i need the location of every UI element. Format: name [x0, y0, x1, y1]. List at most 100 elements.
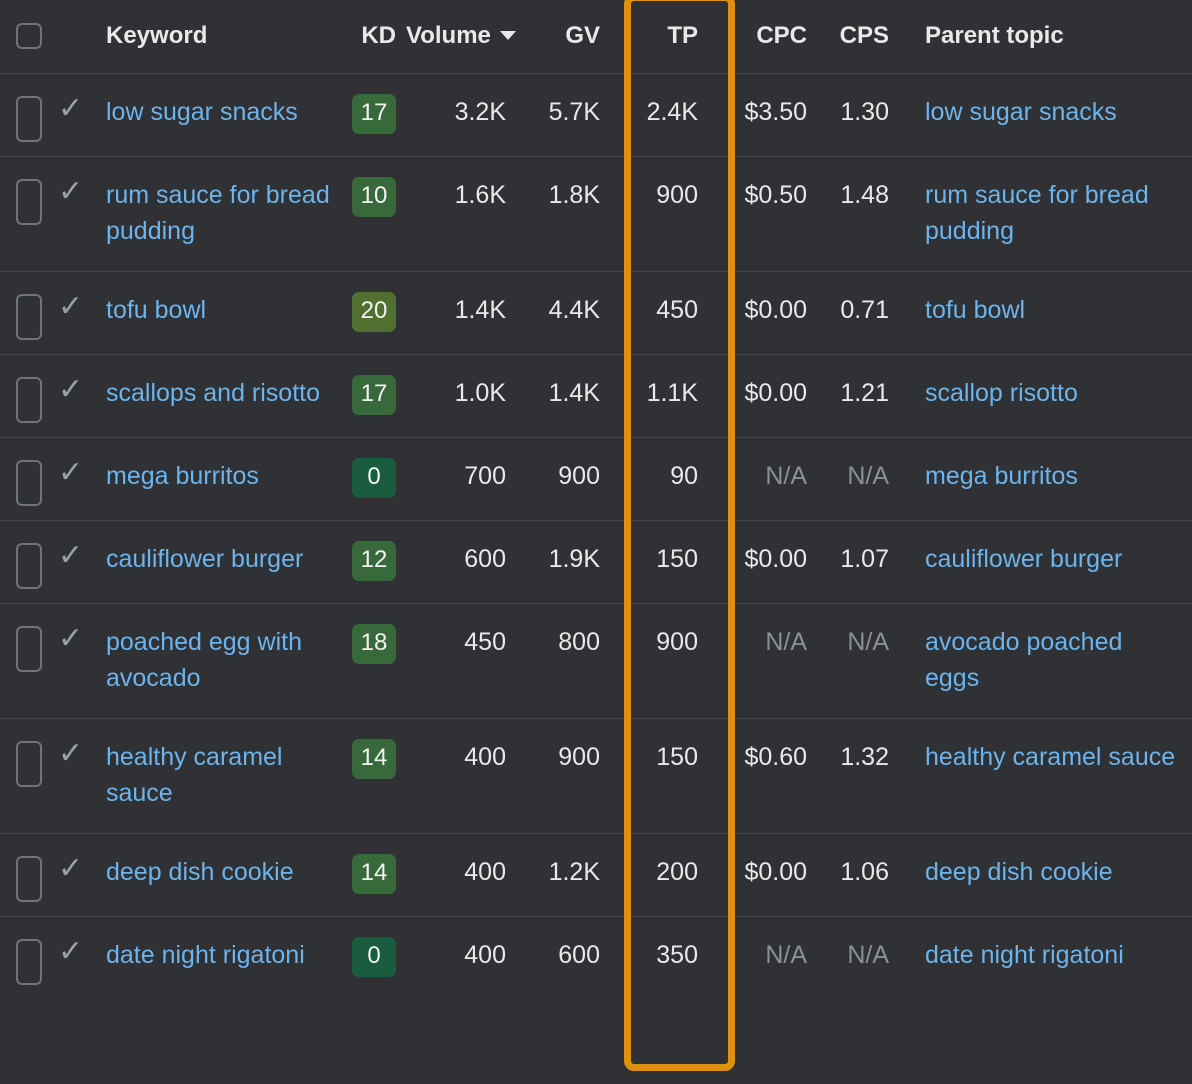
table-row[interactable]: ✓rum sauce for bread pudding101.6K1.8K90…: [0, 156, 1192, 271]
cps-value: 1.32: [821, 719, 903, 797]
gv-cell: 5.7K: [518, 73, 616, 156]
parent-topic-link[interactable]: scallop risotto: [903, 355, 1192, 433]
table-row[interactable]: ✓deep dish cookie144001.2K200$0.001.06de…: [0, 833, 1192, 916]
keyword-link[interactable]: low sugar snacks: [98, 74, 348, 152]
volume-cell: 1.6K: [406, 156, 518, 271]
row-checkbox[interactable]: [16, 939, 42, 985]
cps-cell: N/A: [821, 916, 903, 999]
gv-value: 4.4K: [518, 272, 616, 350]
keyword-cell: poached egg with avocado: [98, 603, 348, 718]
parent-topic-link[interactable]: healthy caramel sauce: [903, 719, 1192, 797]
keyword-link[interactable]: rum sauce for bread pudding: [98, 157, 348, 271]
kd-cell: 20: [348, 271, 406, 354]
parent-topic-cell: rum sauce for bread pudding: [903, 156, 1192, 271]
keyword-table-container: Keyword KD Volume GV TP CPC CPS Parent t…: [0, 0, 1192, 1084]
kd-badge-wrap: 18: [352, 604, 406, 686]
row-status-cell: ✓: [48, 718, 98, 833]
header-keyword[interactable]: Keyword: [98, 0, 348, 73]
parent-topic-cell: avocado poached eggs: [903, 603, 1192, 718]
gv-value: 1.8K: [518, 157, 616, 235]
keyword-cell: deep dish cookie: [98, 833, 348, 916]
check-icon: ✓: [58, 355, 83, 427]
kd-badge: 10: [352, 177, 396, 217]
row-checkbox[interactable]: [16, 543, 42, 589]
keyword-link[interactable]: scallops and risotto: [98, 355, 348, 433]
tp-cell: 350: [616, 916, 726, 999]
parent-topic-cell: scallop risotto: [903, 354, 1192, 437]
gv-value: 1.4K: [518, 355, 616, 433]
row-status-cell: ✓: [48, 271, 98, 354]
header-kd[interactable]: KD: [348, 0, 406, 73]
row-checkbox[interactable]: [16, 460, 42, 506]
tp-value: 900: [616, 604, 726, 682]
header-parent-topic[interactable]: Parent topic: [903, 0, 1192, 73]
parent-topic-link[interactable]: cauliflower burger: [903, 521, 1192, 599]
cpc-cell: $0.00: [726, 354, 821, 437]
header-cpc[interactable]: CPC: [726, 0, 821, 73]
tp-cell: 90: [616, 437, 726, 520]
row-select-cell: [0, 437, 48, 520]
row-checkbox[interactable]: [16, 856, 42, 902]
row-status-cell: ✓: [48, 156, 98, 271]
table-row[interactable]: ✓mega burritos070090090N/AN/Amega burrit…: [0, 437, 1192, 520]
header-volume[interactable]: Volume: [406, 0, 518, 73]
row-status-cell: ✓: [48, 603, 98, 718]
row-checkbox[interactable]: [16, 294, 42, 340]
keyword-link[interactable]: mega burritos: [98, 438, 348, 516]
kd-cell: 18: [348, 603, 406, 718]
check-icon: ✓: [58, 917, 83, 989]
parent-topic-link[interactable]: mega burritos: [903, 438, 1192, 516]
parent-topic-link[interactable]: date night rigatoni: [903, 917, 1192, 995]
header-mark-cell: [48, 0, 98, 73]
table-row[interactable]: ✓date night rigatoni0400600350N/AN/Adate…: [0, 916, 1192, 999]
table-row[interactable]: ✓tofu bowl201.4K4.4K450$0.000.71tofu bow…: [0, 271, 1192, 354]
row-checkbox[interactable]: [16, 96, 42, 142]
kd-cell: 10: [348, 156, 406, 271]
parent-topic-link[interactable]: rum sauce for bread pudding: [903, 157, 1192, 271]
header-cps[interactable]: CPS: [821, 0, 903, 73]
volume-value: 400: [406, 834, 518, 912]
row-select-cell: [0, 271, 48, 354]
cpc-value: $0.00: [726, 355, 821, 433]
keyword-link[interactable]: date night rigatoni: [98, 917, 348, 995]
header-gv[interactable]: GV: [518, 0, 616, 73]
tp-value: 450: [616, 272, 726, 350]
parent-topic-link[interactable]: avocado poached eggs: [903, 604, 1192, 718]
parent-topic-link[interactable]: deep dish cookie: [903, 834, 1192, 912]
row-checkbox[interactable]: [16, 741, 42, 787]
check-icon: ✓: [58, 719, 83, 791]
parent-topic-link[interactable]: tofu bowl: [903, 272, 1192, 350]
keyword-link[interactable]: healthy caramel sauce: [98, 719, 348, 833]
volume-value: 1.4K: [406, 272, 518, 350]
kd-badge-wrap: 14: [352, 834, 406, 916]
table-row[interactable]: ✓healthy caramel sauce14400900150$0.601.…: [0, 718, 1192, 833]
header-tp[interactable]: TP: [616, 0, 726, 73]
parent-topic-cell: healthy caramel sauce: [903, 718, 1192, 833]
volume-cell: 600: [406, 520, 518, 603]
tp-cell: 150: [616, 718, 726, 833]
row-checkbox[interactable]: [16, 179, 42, 225]
parent-topic-cell: date night rigatoni: [903, 916, 1192, 999]
keyword-cell: rum sauce for bread pudding: [98, 156, 348, 271]
row-checkbox[interactable]: [16, 377, 42, 423]
cpc-cell: $0.00: [726, 833, 821, 916]
keyword-link[interactable]: deep dish cookie: [98, 834, 348, 912]
table-row[interactable]: ✓scallops and risotto171.0K1.4K1.1K$0.00…: [0, 354, 1192, 437]
table-row[interactable]: ✓poached egg with avocado18450800900N/AN…: [0, 603, 1192, 718]
cps-value: N/A: [821, 438, 903, 516]
row-select-cell: [0, 73, 48, 156]
row-checkbox[interactable]: [16, 626, 42, 672]
keyword-link[interactable]: tofu bowl: [98, 272, 348, 350]
keyword-link[interactable]: cauliflower burger: [98, 521, 348, 599]
check-icon: ✓: [58, 74, 83, 146]
parent-topic-cell: tofu bowl: [903, 271, 1192, 354]
select-all-checkbox[interactable]: [16, 23, 42, 49]
keyword-cell: mega burritos: [98, 437, 348, 520]
keyword-link[interactable]: poached egg with avocado: [98, 604, 348, 718]
cps-cell: 1.48: [821, 156, 903, 271]
table-row[interactable]: ✓cauliflower burger126001.9K150$0.001.07…: [0, 520, 1192, 603]
kd-cell: 17: [348, 354, 406, 437]
parent-topic-link[interactable]: low sugar snacks: [903, 74, 1192, 152]
table-row[interactable]: ✓low sugar snacks173.2K5.7K2.4K$3.501.30…: [0, 73, 1192, 156]
kd-badge-wrap: 14: [352, 719, 406, 801]
